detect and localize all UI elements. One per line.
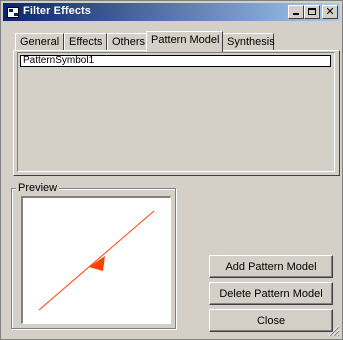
window-title: Filter Effects	[23, 5, 92, 17]
preview-arrow-graphic	[38, 210, 155, 311]
minimize-button[interactable]	[288, 5, 304, 19]
filter-app-icon[interactable]	[7, 7, 19, 18]
maximize-button[interactable]	[304, 5, 320, 19]
filter-effects-window: Filter Effects ✕ General Effects Others …	[0, 0, 343, 340]
add-pattern-model-button[interactable]: Add Pattern Model	[209, 255, 333, 278]
minimize-icon	[293, 13, 299, 15]
tab-synthesis[interactable]: Synthesis	[222, 33, 275, 50]
preview-canvas	[21, 196, 171, 324]
pattern-list-item[interactable]: PatternSymbol1	[20, 55, 331, 67]
tab-effects[interactable]: Effects	[64, 33, 107, 50]
close-window-button[interactable]: ✕	[322, 5, 338, 19]
tab-pattern-model[interactable]: Pattern Model	[146, 31, 223, 52]
pattern-list[interactable]: PatternSymbol1	[17, 52, 335, 172]
preview-label: Preview	[16, 182, 60, 194]
preview-line	[38, 210, 155, 311]
arrow-head-icon	[89, 256, 105, 271]
tab-others[interactable]: Others	[107, 33, 147, 50]
delete-pattern-model-button[interactable]: Delete Pattern Model	[209, 282, 333, 305]
tab-general[interactable]: General	[15, 33, 64, 50]
close-icon: ✕	[325, 6, 335, 18]
title-bar[interactable]: Filter Effects ✕	[3, 3, 340, 21]
close-button[interactable]: Close	[209, 309, 333, 332]
resize-grip-icon[interactable]	[328, 325, 340, 337]
maximize-icon	[308, 8, 316, 15]
